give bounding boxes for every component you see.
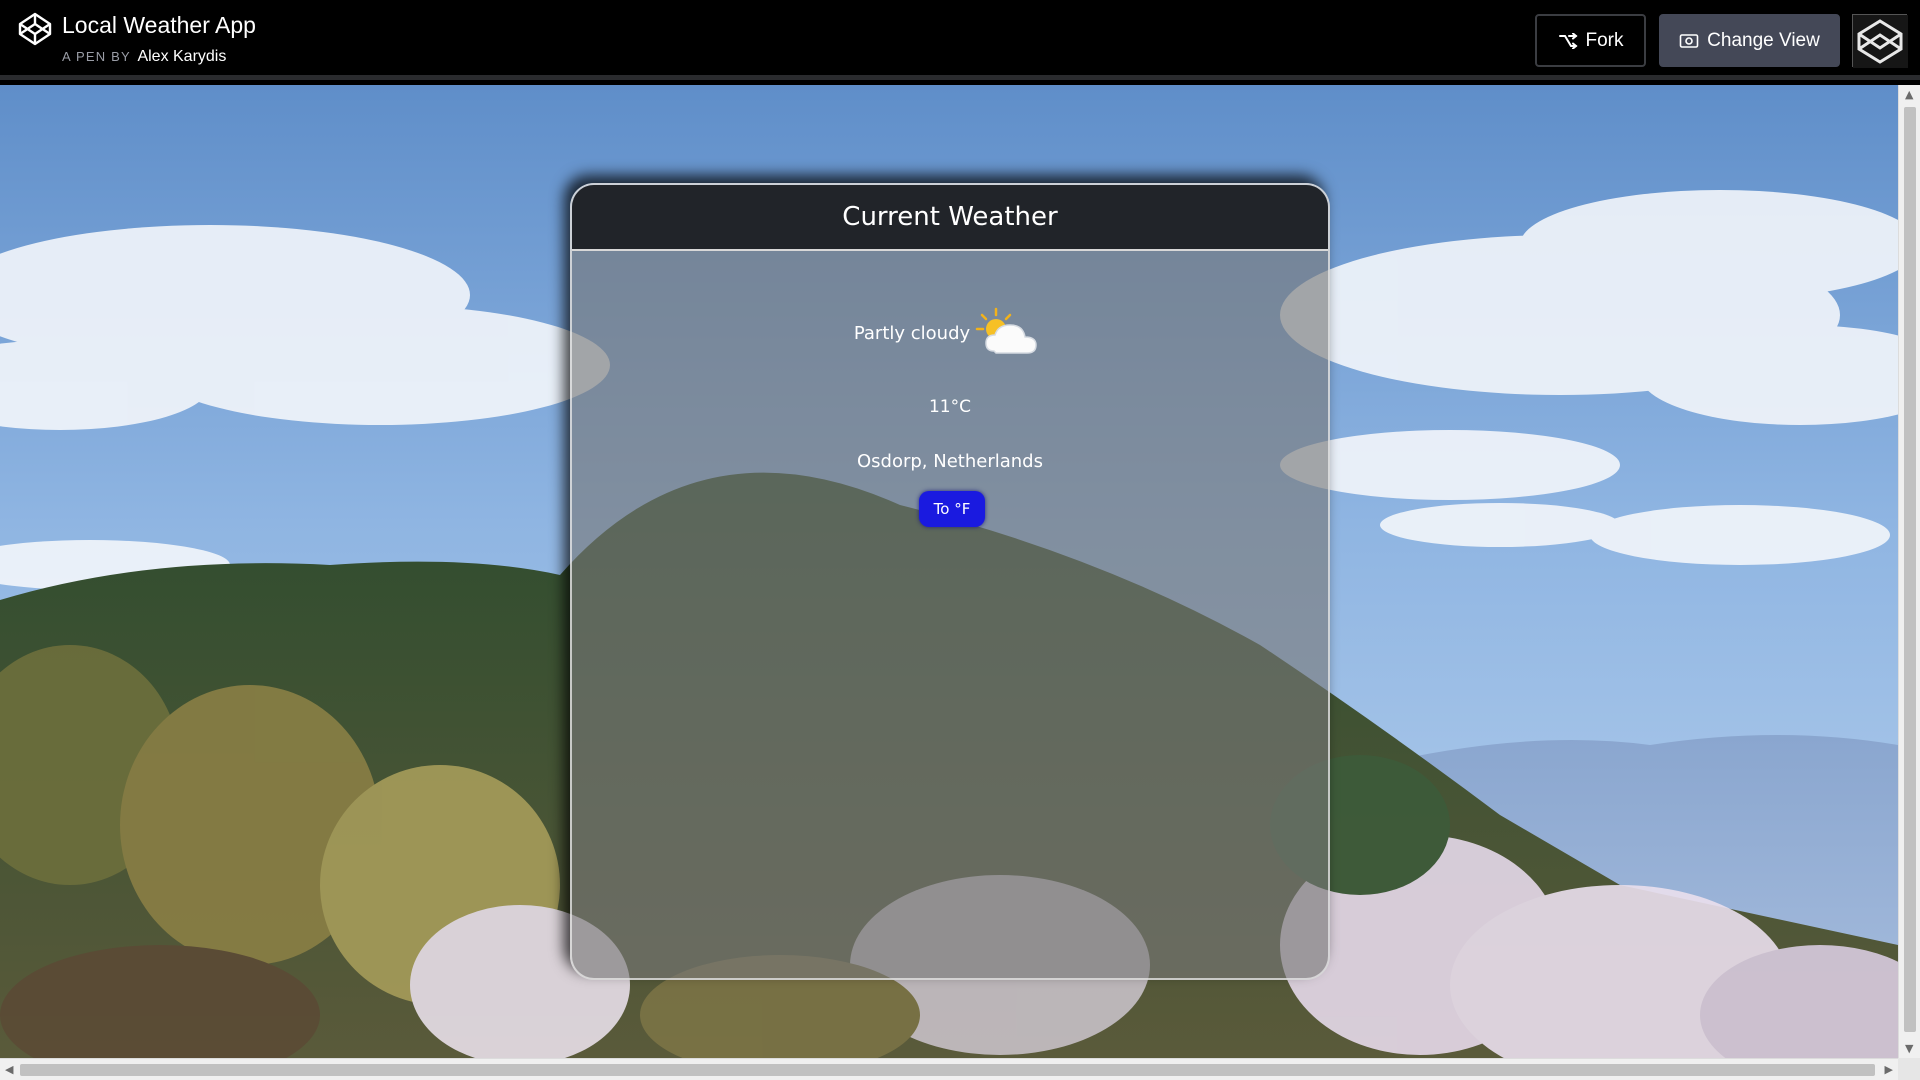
change-view-button[interactable]: Change View xyxy=(1659,14,1840,67)
weather-card: Current Weather Partly cloudy 11°C Osdor… xyxy=(570,183,1330,980)
weather-condition: Partly cloudy xyxy=(853,322,971,344)
avatar-image xyxy=(1853,15,1908,68)
codepen-header: Local Weather App A PEN BY Alex Karydis … xyxy=(0,0,1920,80)
card-header: Current Weather xyxy=(572,185,1328,251)
scroll-left-arrow-icon[interactable]: ◀ xyxy=(5,1064,13,1075)
fork-label: Fork xyxy=(1585,29,1624,51)
location-text: Osdorp, Netherlands xyxy=(857,451,1043,472)
pen-author-link[interactable]: Alex Karydis xyxy=(137,48,226,65)
vertical-scrollbar-thumb[interactable] xyxy=(1904,107,1916,1032)
pen-title: Local Weather App xyxy=(62,12,256,38)
convert-to-fahrenheit-button[interactable]: To °F xyxy=(919,491,985,527)
user-avatar[interactable] xyxy=(1852,14,1908,68)
view-icon xyxy=(1679,33,1699,48)
horizontal-scrollbar-thumb[interactable] xyxy=(20,1064,1875,1076)
fork-icon xyxy=(1558,32,1578,49)
vertical-scrollbar[interactable]: ▲ ▼ xyxy=(1898,85,1920,1058)
scrollbar-corner xyxy=(1898,1058,1920,1080)
change-view-label: Change View xyxy=(1707,29,1820,51)
weather-condition-row: Partly cloudy xyxy=(572,305,1328,361)
pen-preview: Current Weather Partly cloudy 11°C Osdor… xyxy=(0,85,1898,1058)
partly-cloudy-icon xyxy=(975,307,1037,354)
scroll-up-arrow-icon[interactable]: ▲ xyxy=(1905,89,1913,100)
horizontal-scrollbar[interactable]: ◀ ▶ xyxy=(0,1058,1898,1080)
temperature-value: 11°C xyxy=(928,397,971,417)
pen-by-label: A PEN BY xyxy=(62,49,131,64)
card-title: Current Weather xyxy=(842,202,1058,232)
scroll-down-arrow-icon[interactable]: ▼ xyxy=(1905,1043,1913,1054)
pen-author-line: A PEN BY Alex Karydis xyxy=(62,48,226,66)
scroll-right-arrow-icon[interactable]: ▶ xyxy=(1885,1064,1893,1075)
codepen-logo-icon[interactable] xyxy=(18,12,52,46)
fork-button[interactable]: Fork xyxy=(1535,14,1646,67)
